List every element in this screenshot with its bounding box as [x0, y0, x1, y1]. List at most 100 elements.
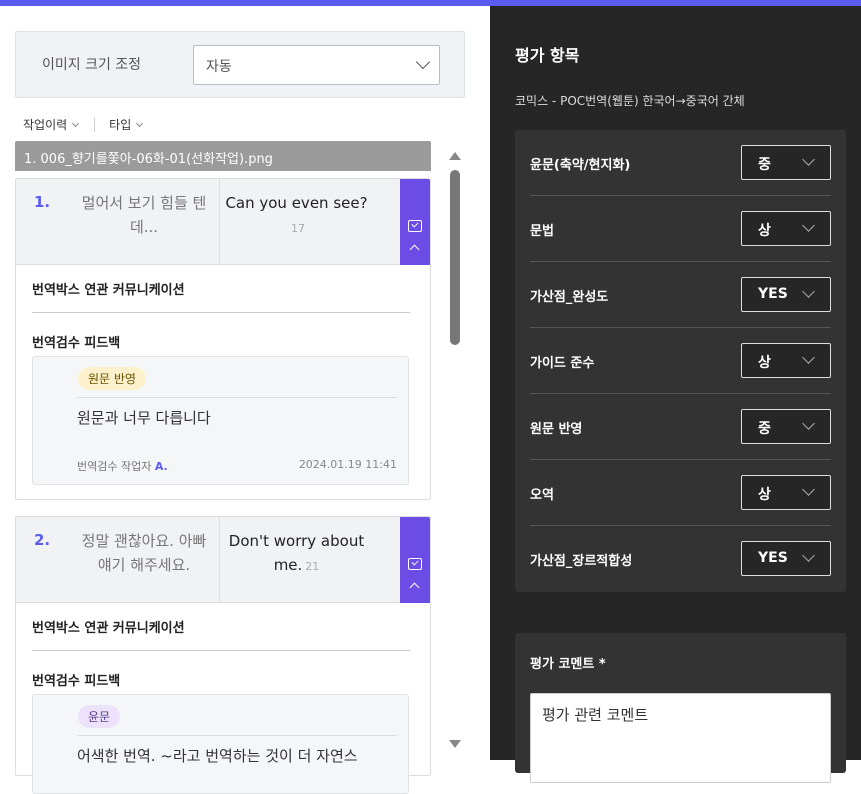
- divider: [77, 735, 397, 736]
- scrollbar-thumb[interactable]: [450, 170, 460, 345]
- review-check-icon: [408, 220, 422, 232]
- chevron-down-icon: [802, 483, 815, 496]
- divider: [77, 397, 397, 398]
- target-text-value: Don't worry about me.: [228, 532, 365, 574]
- criterion-value: 중: [758, 157, 771, 173]
- comment-placeholder: 평가 관련 코멘트: [542, 706, 649, 724]
- chevron-up-icon: [409, 244, 420, 255]
- criterion-select[interactable]: 중: [741, 409, 831, 444]
- feedback-date: 2024.01.19 11:41: [298, 458, 397, 471]
- criteria-list: 윤문(축약/현지화) 중 문법 상 가산점_완성도 YES 가이드 준수 상 원…: [515, 130, 846, 592]
- divider: [219, 179, 220, 265]
- item-number: 1.: [34, 193, 51, 211]
- translation-row[interactable]: 1. 멀어서 보기 힘들 텐데... Can you even see? 17: [16, 179, 430, 265]
- chevron-down-icon: [802, 153, 815, 166]
- target-text-value: Can you even see?: [225, 194, 368, 212]
- criterion-label: 가산점_완성도: [530, 290, 609, 305]
- author-name: A.: [154, 460, 168, 473]
- image-size-value: 자동: [206, 59, 232, 75]
- feedback-text: 원문과 너무 다릅니다: [77, 409, 211, 427]
- divider: [32, 312, 410, 313]
- scrollbar[interactable]: [448, 152, 462, 752]
- comment-textarea[interactable]: 평가 관련 코멘트: [530, 693, 831, 783]
- chevron-down-icon: [72, 119, 80, 127]
- criterion-value: 상: [758, 355, 771, 371]
- target-text[interactable]: Can you even see? 17: [224, 191, 369, 241]
- feedback-entry: 윤문 어색한 번역. ~라고 번역하는 것이 더 자연스: [32, 694, 409, 794]
- criterion-value: 상: [758, 223, 771, 239]
- char-count: 21: [305, 560, 320, 573]
- criterion-value: YES: [758, 286, 788, 302]
- criterion-select[interactable]: 상: [741, 475, 831, 510]
- feedback-text: 어색한 번역. ~라고 번역하는 것이 더 자연스: [77, 747, 358, 765]
- criterion-label: 문법: [530, 224, 554, 239]
- criterion-select[interactable]: 상: [741, 211, 831, 246]
- history-filter[interactable]: 작업이력: [23, 116, 80, 133]
- char-count: 17: [291, 222, 305, 235]
- author-prefix: 번역검수 작업자: [77, 460, 152, 473]
- comment-section: 평가 코멘트 * 평가 관련 코멘트: [515, 633, 846, 783]
- review-toggle-tab[interactable]: [400, 517, 430, 603]
- type-filter[interactable]: 타입: [109, 116, 144, 133]
- criterion-value: YES: [758, 550, 788, 566]
- section-feedback: 번역검수 피드백: [32, 674, 121, 689]
- chevron-down-icon: [802, 285, 815, 298]
- evaluation-panel: 평가 항목 코믹스 - POC번역(웹툰) 한국어→중국어 간체 윤문(축약/현…: [490, 6, 861, 783]
- criterion-label: 윤문(축약/현지화): [530, 158, 631, 173]
- criterion-select[interactable]: YES: [741, 541, 831, 576]
- criterion-row: 문법 상: [530, 196, 831, 262]
- divider: [32, 650, 410, 651]
- criterion-label: 가이드 준수: [530, 356, 595, 371]
- divider: [219, 517, 220, 603]
- image-size-label: 이미지 크기 조정: [42, 57, 142, 73]
- chevron-down-icon: [415, 54, 431, 70]
- chevron-down-icon: [802, 549, 815, 562]
- criterion-row: 원문 반영 중: [530, 394, 831, 460]
- scroll-up-arrow-icon[interactable]: [449, 152, 461, 160]
- chevron-down-icon: [802, 219, 815, 232]
- panel-title: 평가 항목: [515, 46, 580, 65]
- chevron-down-icon: [802, 417, 815, 430]
- target-text[interactable]: Don't worry about me. 21: [224, 529, 369, 579]
- filter-bar: 작업이력 타입: [23, 116, 144, 133]
- file-header: 1. 006_향기를쫓아-06화-01(선화작업).png: [15, 141, 431, 171]
- criterion-value: 상: [758, 487, 771, 503]
- criterion-row: 가산점_장르적합성 YES: [530, 526, 831, 592]
- translation-card: 2. 정말 괜찮아요. 아빠 얘기 해주세요. Don't worry abou…: [15, 516, 431, 794]
- chevron-down-icon: [802, 351, 815, 364]
- criterion-row: 오역 상: [530, 460, 831, 526]
- chevron-up-icon: [409, 582, 420, 593]
- translation-card: 1. 멀어서 보기 힘들 텐데... Can you even see? 17 번…: [15, 178, 431, 500]
- criterion-value: 중: [758, 421, 771, 437]
- feedback-author: 번역검수 작업자 A.: [77, 458, 168, 474]
- source-text: 멀어서 보기 힘들 텐데...: [81, 194, 207, 236]
- review-check-icon: [408, 558, 422, 570]
- criterion-label: 가산점_장르적합성: [530, 554, 633, 569]
- project-subtitle: 코믹스 - POC번역(웹툰) 한국어→중국어 간체: [515, 94, 745, 108]
- feedback-tag: 윤문: [78, 705, 121, 728]
- criterion-select[interactable]: 중: [741, 145, 831, 180]
- item-number: 2.: [34, 531, 51, 549]
- criterion-row: 윤문(축약/현지화) 중: [530, 130, 831, 196]
- section-feedback: 번역검수 피드백: [32, 336, 121, 351]
- translation-row[interactable]: 2. 정말 괜찮아요. 아빠 얘기 해주세요. Don't worry abou…: [16, 517, 430, 603]
- image-size-control: 이미지 크기 조정 자동: [15, 31, 465, 98]
- chevron-down-icon: [136, 119, 144, 127]
- criterion-label: 원문 반영: [530, 422, 583, 437]
- criterion-row: 가이드 준수 상: [530, 328, 831, 394]
- source-text: 정말 괜찮아요. 아빠 얘기 해주세요.: [81, 532, 207, 574]
- review-toggle-tab[interactable]: [400, 179, 430, 265]
- section-communication: 번역박스 연관 커뮤니케이션: [32, 283, 185, 298]
- section-communication: 번역박스 연관 커뮤니케이션: [32, 621, 185, 636]
- criterion-label: 오역: [530, 488, 554, 503]
- type-filter-label: 타입: [109, 118, 132, 132]
- divider: [94, 117, 96, 132]
- criterion-select[interactable]: YES: [741, 277, 831, 312]
- history-filter-label: 작업이력: [23, 118, 68, 132]
- feedback-entry: 원문 반영 원문과 너무 다릅니다 번역검수 작업자 A. 2024.01.19…: [32, 356, 409, 485]
- feedback-tag: 원문 반영: [78, 367, 146, 390]
- criterion-select[interactable]: 상: [741, 343, 831, 378]
- scroll-down-arrow-icon[interactable]: [449, 740, 461, 748]
- image-size-select[interactable]: 자동: [193, 45, 440, 85]
- criterion-row: 가산점_완성도 YES: [530, 262, 831, 328]
